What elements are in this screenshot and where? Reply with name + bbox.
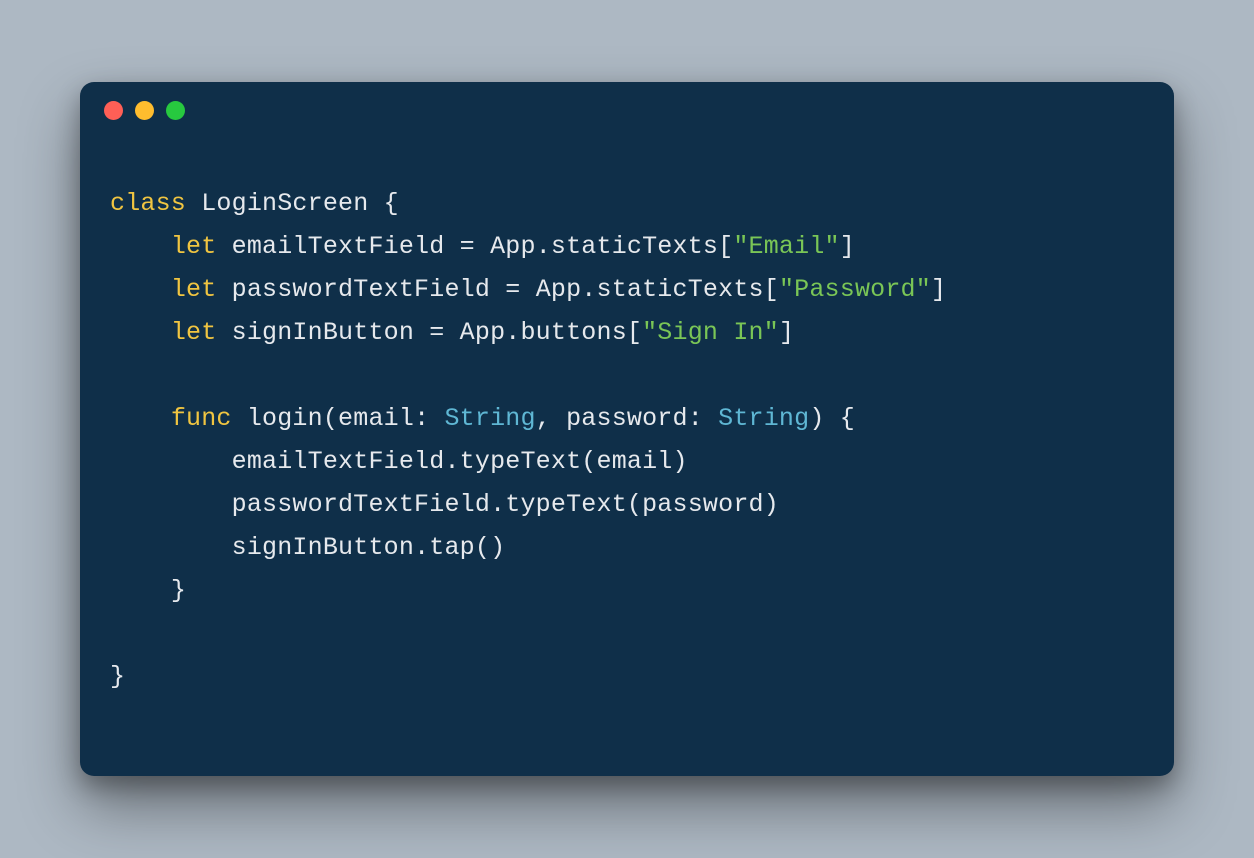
identifier-App: App: [536, 275, 582, 304]
dot-operator: .: [490, 490, 505, 519]
close-bracket: ]: [779, 318, 794, 347]
equals-sign: =: [505, 275, 520, 304]
open-bracket: [: [627, 318, 642, 347]
dot-operator: .: [414, 533, 429, 562]
close-paren: ): [673, 447, 688, 476]
type-string: String: [444, 404, 535, 433]
close-brace: }: [171, 576, 186, 605]
arg-password: password: [642, 490, 764, 519]
method-typeText: typeText: [460, 447, 582, 476]
open-paren: (: [581, 447, 596, 476]
type-string: String: [718, 404, 809, 433]
param-email: email: [338, 404, 414, 433]
open-bracket: [: [718, 232, 733, 261]
dot-operator: .: [536, 232, 551, 261]
identifier-staticTexts: staticTexts: [551, 232, 718, 261]
var-passwordTextField: passwordTextField: [232, 490, 490, 519]
string-email: "Email": [733, 232, 839, 261]
method-tap: tap: [429, 533, 475, 562]
string-password: "Password": [779, 275, 931, 304]
method-typeText: typeText: [505, 490, 627, 519]
identifier-App: App: [490, 232, 536, 261]
arg-email: email: [597, 447, 673, 476]
var-emailTextField: emailTextField: [232, 232, 445, 261]
keyword-let: let: [171, 232, 217, 261]
code-window: class LoginScreen { let emailTextField =…: [80, 82, 1174, 776]
zoom-icon[interactable]: [166, 101, 185, 120]
var-signInButton: signInButton: [232, 533, 414, 562]
comma: ,: [536, 404, 551, 433]
close-paren: ): [809, 404, 824, 433]
keyword-let: let: [171, 275, 217, 304]
colon: :: [688, 404, 703, 433]
close-paren: ): [764, 490, 779, 519]
open-paren: (: [475, 533, 490, 562]
close-bracket: ]: [931, 275, 946, 304]
dot-operator: .: [444, 447, 459, 476]
identifier-buttons: buttons: [520, 318, 626, 347]
close-brace: }: [110, 662, 125, 691]
equals-sign: =: [460, 232, 475, 261]
equals-sign: =: [429, 318, 444, 347]
close-paren: ): [490, 533, 505, 562]
close-bracket: ]: [840, 232, 855, 261]
close-icon[interactable]: [104, 101, 123, 120]
keyword-class: class: [110, 189, 186, 218]
var-emailTextField: emailTextField: [232, 447, 445, 476]
keyword-let: let: [171, 318, 217, 347]
open-paren: (: [323, 404, 338, 433]
minimize-icon[interactable]: [135, 101, 154, 120]
colon: :: [414, 404, 429, 433]
dot-operator: .: [505, 318, 520, 347]
func-login: login: [247, 404, 323, 433]
var-signInButton: signInButton: [232, 318, 414, 347]
open-brace: {: [840, 404, 855, 433]
string-signin: "Sign In": [642, 318, 779, 347]
dot-operator: .: [581, 275, 596, 304]
identifier-App: App: [460, 318, 506, 347]
window-titlebar: [80, 82, 1174, 138]
open-bracket: [: [764, 275, 779, 304]
keyword-func: func: [171, 404, 232, 433]
open-paren: (: [627, 490, 642, 519]
var-passwordTextField: passwordTextField: [232, 275, 490, 304]
code-editor[interactable]: class LoginScreen { let emailTextField =…: [80, 138, 1174, 776]
identifier-staticTexts: staticTexts: [597, 275, 764, 304]
param-password: password: [566, 404, 688, 433]
open-brace: {: [384, 189, 399, 218]
class-name: LoginScreen: [201, 189, 368, 218]
